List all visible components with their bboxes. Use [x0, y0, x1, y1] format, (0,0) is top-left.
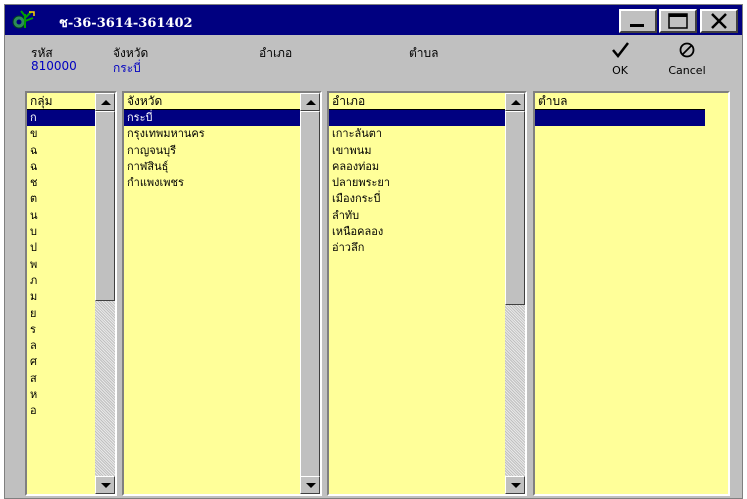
- cancel-circle-icon: [677, 42, 697, 62]
- list-item[interactable]: กาฬสินธุ์: [124, 159, 300, 175]
- group-scrollbar[interactable]: [95, 93, 115, 494]
- cancel-label: Cancel: [668, 64, 706, 77]
- list-item[interactable]: ภ: [27, 273, 95, 289]
- title-bar[interactable]: ช-36-3614-361402: [5, 5, 742, 35]
- list-item[interactable]: น: [27, 208, 95, 224]
- arrow-up-icon: [511, 100, 521, 105]
- list-item[interactable]: ส: [27, 371, 95, 387]
- minimize-icon: [621, 21, 655, 34]
- district-list-header: อำเภอ: [329, 93, 505, 110]
- list-item[interactable]: ย: [27, 306, 95, 322]
- scroll-thumb[interactable]: [505, 111, 525, 305]
- arrow-up-icon: [101, 100, 111, 105]
- cancel-button[interactable]: Cancel: [663, 41, 711, 81]
- subdistrict-label: ตำบล: [409, 46, 439, 60]
- scroll-down-button[interactable]: [300, 476, 320, 494]
- list-item[interactable]: อ: [27, 403, 95, 419]
- district-list[interactable]: อำเภอ เกาะลันตา เขาพนม คลองท่อม ปลายพระยา เม…: [327, 91, 527, 496]
- ok-button[interactable]: OK: [603, 41, 637, 81]
- list-item[interactable]: เขาพนม: [329, 143, 505, 159]
- list-item[interactable]: อ่าวลึก: [329, 240, 505, 256]
- arrow-down-icon: [101, 483, 111, 488]
- ok-label: OK: [612, 64, 628, 77]
- province-list-content: จังหวัด กระบี่ กรุงเทพมหานคร กาญจนบุรี กาฬส…: [124, 93, 300, 494]
- maximize-button[interactable]: [659, 9, 697, 33]
- scroll-down-button[interactable]: [505, 476, 525, 494]
- province-scrollbar[interactable]: [300, 93, 320, 494]
- list-item[interactable]: ม: [27, 289, 95, 305]
- arrow-down-icon: [511, 483, 521, 488]
- district-label: อำเภอ: [259, 46, 293, 60]
- subdistrict-list-content: ตำบล: [535, 93, 728, 494]
- list-item[interactable]: เหนือคลอง: [329, 224, 505, 240]
- arrow-up-icon: [306, 100, 316, 105]
- list-item[interactable]: [329, 110, 505, 127]
- list-item[interactable]: ห: [27, 387, 95, 403]
- district-list-content: อำเภอ เกาะลันตา เขาพนม คลองท่อม ปลายพระยา เม…: [329, 93, 505, 494]
- code-value: 810000: [31, 59, 77, 73]
- group-list-header: กลุ่ม: [27, 93, 95, 110]
- list-item[interactable]: [535, 110, 705, 127]
- province-value: กระบี่: [113, 61, 141, 75]
- list-item[interactable]: กระบี่: [124, 110, 300, 127]
- scroll-thumb[interactable]: [95, 111, 115, 301]
- list-item[interactable]: ลำทับ: [329, 208, 505, 224]
- list-item[interactable]: เมืองกระบี่: [329, 191, 505, 207]
- app-window: ช-36-3614-361402 รหัส 810000 จังหวัด กระ…: [4, 4, 743, 499]
- scroll-up-button[interactable]: [95, 93, 115, 111]
- list-item[interactable]: กรุงเทพมหานคร: [124, 126, 300, 142]
- list-item[interactable]: กาญจนบุรี: [124, 143, 300, 159]
- list-item[interactable]: คลองท่อม: [329, 159, 505, 175]
- subdistrict-list-header: ตำบล: [535, 93, 705, 110]
- list-item[interactable]: ต: [27, 191, 95, 207]
- arrow-down-icon: [306, 483, 316, 488]
- list-item[interactable]: ฉ: [27, 143, 95, 159]
- list-item[interactable]: บ: [27, 224, 95, 240]
- scroll-down-button[interactable]: [95, 476, 115, 494]
- list-item[interactable]: ข: [27, 126, 95, 142]
- list-item[interactable]: ป: [27, 240, 95, 256]
- list-item[interactable]: ล: [27, 338, 95, 354]
- minimize-button[interactable]: [619, 9, 657, 33]
- list-item[interactable]: ปลายพระยา: [329, 175, 505, 191]
- gear-plant-icon[interactable]: [11, 8, 37, 32]
- close-button[interactable]: [700, 9, 738, 33]
- checkmark-icon: [610, 42, 630, 62]
- list-item[interactable]: พ: [27, 257, 95, 273]
- group-list[interactable]: กลุ่ม กขฉฉชตนบปพภมยรลศสหอ: [25, 91, 117, 496]
- list-item[interactable]: ร: [27, 322, 95, 338]
- province-list[interactable]: จังหวัด กระบี่ กรุงเทพมหานคร กาญจนบุรี กาฬส…: [122, 91, 322, 496]
- window-title: ช-36-3614-361402: [59, 16, 193, 31]
- list-item[interactable]: กำแพงเพชร: [124, 175, 300, 191]
- maximize-icon: [661, 13, 695, 34]
- list-item[interactable]: ศ: [27, 354, 95, 370]
- list-item[interactable]: ช: [27, 175, 95, 191]
- list-item[interactable]: เกาะลันตา: [329, 126, 505, 142]
- district-scrollbar[interactable]: [505, 93, 525, 494]
- header-panel: รหัส 810000 จังหวัด กระบี่ อำเภอ ตำบล OK…: [5, 35, 742, 87]
- list-item[interactable]: ฉ: [27, 159, 95, 175]
- group-list-content: กลุ่ม กขฉฉชตนบปพภมยรลศสหอ: [27, 93, 95, 494]
- close-icon: [702, 13, 736, 34]
- subdistrict-list[interactable]: ตำบล: [533, 91, 730, 496]
- scroll-up-button[interactable]: [505, 93, 525, 111]
- list-item[interactable]: ก: [27, 110, 95, 127]
- scroll-thumb[interactable]: [300, 111, 320, 479]
- province-list-header: จังหวัด: [124, 93, 300, 110]
- scroll-up-button[interactable]: [300, 93, 320, 111]
